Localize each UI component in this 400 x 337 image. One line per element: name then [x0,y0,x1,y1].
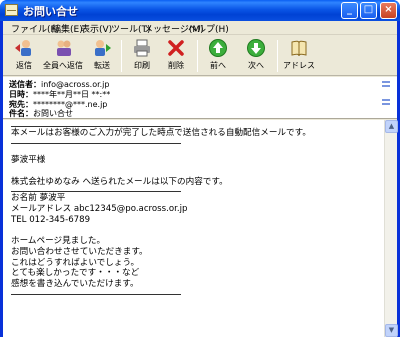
address-book-icon [291,40,307,57]
vertical-scrollbar[interactable]: ▲ ▼ [384,120,398,337]
divider [11,290,181,295]
message-line: とても楽しかったです・・・など [11,268,140,279]
message-line: 感想を書き込んでいただけます。 [11,278,139,289]
message-header: 送信者：info@across.or.jp 日時：****年**月**日 **:… [3,77,397,119]
toolbar-separator [197,40,198,72]
header-scroll-icon[interactable] [382,81,390,87]
reply-all-icon [57,40,71,56]
toolbar: 返信 全員へ返信 転送 印刷 削除 前へ 次へ アドレス [3,36,397,76]
up-arrow-icon [209,39,227,57]
menu-help[interactable]: ヘルプ(H) [188,22,229,35]
forward-button[interactable]: 転送 [89,38,115,74]
previous-button[interactable]: 前へ [205,38,231,74]
subject-value: お問い合せ [33,109,73,118]
toolbar-separator [121,40,122,72]
date-row: 日時：****年**月**日 **:** [9,89,110,99]
scroll-up-arrow-icon[interactable]: ▲ [385,120,398,133]
greeting-line: 夢波平様 [11,155,46,166]
divider [11,139,181,144]
from-label: 送信者： [9,80,41,89]
message-line: これはどうすればよいでしょう。 [11,257,140,268]
forward-icon [95,40,111,56]
client-area: ファイル(F) 編集(E) 表示(V) ツール(T) メッセージ(M) ヘルプ(… [3,21,398,337]
reply-all-button[interactable]: 全員へ返信 [43,38,83,74]
email-line: メールアドレス abc12345@po.across.or.jp [11,204,188,215]
notice-line: 本メールはお客様のご入力が完了した時点で送信される自動配信メールです。 [11,128,311,138]
printer-icon [134,39,150,57]
message-body[interactable]: 本メールはお客様のご入力が完了した時点で送信される自動配信メールです。 夢波平様… [3,120,398,337]
subject-row: 件名：お問い合せ [9,108,73,118]
minimize-button[interactable]: _ [341,2,358,19]
delete-button[interactable]: 削除 [163,38,189,74]
envelope-icon [5,4,18,16]
maximize-button[interactable]: □ [360,2,377,19]
reply-icon [15,40,31,56]
intro-line: 株式会社ゆめなみ へ送られたメールは以下の内容です。 [11,176,228,187]
delete-x-icon [168,40,184,56]
print-button[interactable]: 印刷 [129,38,155,74]
menu-bar: ファイル(F) 編集(E) 表示(V) ツール(T) メッセージ(M) ヘルプ(… [3,21,397,35]
message-line: ホームページ見ました。 [11,236,106,247]
menu-edit[interactable]: 編集(E) [52,22,83,35]
subject-label: 件名： [9,109,33,118]
date-label: 日時： [9,90,33,99]
menu-view[interactable]: 表示(V) [81,22,112,35]
down-arrow-icon [247,39,265,57]
from-value: info@across.or.jp [41,80,110,89]
reply-button[interactable]: 返信 [11,38,37,74]
message-text: 本メールはお客様のご入力が完了した時点で送信される自動配信メールです。 夢波平様… [11,122,383,296]
from-row: 送信者：info@across.or.jp [9,79,109,89]
name-line: お名前 夢波平 [11,193,66,204]
message-line: お問い合わせさせていただきます。 [11,246,148,257]
next-button[interactable]: 次へ [243,38,269,74]
title-bar[interactable]: お問い合せ _ □ × [0,0,400,21]
header-scroll-icon[interactable] [382,99,390,105]
divider [11,122,181,127]
mail-window: お問い合せ _ □ × ファイル(F) 編集(E) 表示(V) ツール(T) メ… [0,0,400,337]
address-book-button[interactable]: アドレス [283,38,315,74]
date-value: ****年**月**日 **:** [33,90,111,99]
close-button[interactable]: × [380,2,397,19]
toolbar-separator [277,40,278,72]
divider [11,187,181,193]
window-title: お問い合せ [23,5,78,18]
scroll-down-arrow-icon[interactable]: ▼ [385,324,398,337]
tel-line: TEL 012-345-6789 [11,214,91,225]
